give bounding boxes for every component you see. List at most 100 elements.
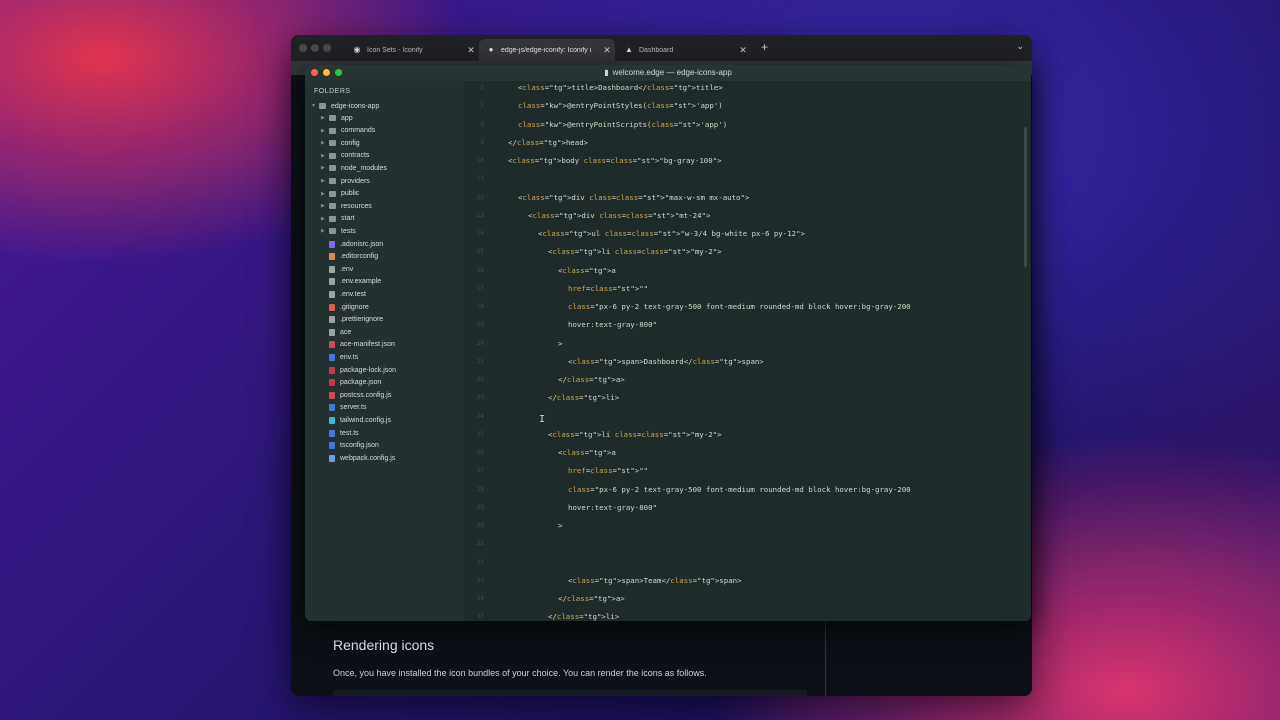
folder-icon bbox=[329, 165, 336, 172]
tab-iconify[interactable]: ◉ Icon Sets - Iconify ✕ bbox=[345, 39, 479, 61]
sidebar-folder[interactable]: ▶ public bbox=[321, 188, 359, 200]
close-icon[interactable]: ✕ bbox=[463, 45, 479, 56]
folder-icon bbox=[329, 215, 336, 222]
code-line[interactable]: hover:text-gray-800" bbox=[568, 503, 657, 512]
code-line[interactable]: class="px-6 py-2 text-gray-500 font-medi… bbox=[568, 302, 911, 311]
folder-icon bbox=[329, 228, 336, 235]
file-icon bbox=[329, 278, 335, 286]
sidebar-file[interactable]: .env.example bbox=[329, 276, 381, 288]
line-number: 10 bbox=[476, 157, 484, 164]
code-line[interactable]: </class="tg">head> bbox=[508, 138, 588, 147]
triangle-right-icon: ▶ bbox=[321, 228, 325, 235]
code-line[interactable]: <class="tg">title>Dashboard</class="tg">… bbox=[518, 83, 723, 92]
file-label: package.json bbox=[340, 379, 382, 387]
code-line[interactable]: <class="tg">body class=class="st">"bg-gr… bbox=[508, 156, 722, 165]
folder-label: commands bbox=[341, 127, 376, 135]
triangle-down-icon: ▼ bbox=[311, 103, 316, 109]
sidebar-folder[interactable]: ▶ start bbox=[321, 213, 355, 225]
triangle-right-icon: ▶ bbox=[321, 152, 325, 159]
code-editor[interactable]: 6 <class="tg">title>Dashboard</class="tg"… bbox=[464, 81, 1031, 621]
browser-zoom-dot[interactable] bbox=[323, 44, 331, 52]
sidebar-file[interactable]: .editorconfig bbox=[329, 251, 378, 263]
folder-icon bbox=[319, 103, 326, 109]
browser-minimize-dot[interactable] bbox=[311, 44, 319, 52]
sidebar-file[interactable]: env.ts bbox=[329, 351, 358, 363]
sidebar-folder[interactable]: ▶ contracts bbox=[321, 150, 369, 162]
code-line[interactable]: </class="tg">a> bbox=[558, 375, 625, 384]
sidebar-file[interactable]: .env.test bbox=[329, 288, 366, 300]
line-number: 9 bbox=[480, 138, 484, 146]
text-cursor-icon: I bbox=[539, 414, 546, 425]
code-line[interactable]: class="px-6 py-2 text-gray-500 font-medi… bbox=[568, 485, 911, 494]
code-line[interactable]: class="kw">@entryPointStyles(class="st">… bbox=[518, 101, 723, 110]
folder-icon bbox=[329, 127, 336, 134]
sidebar-file[interactable]: package.json bbox=[329, 377, 381, 389]
sidebar-folder[interactable]: ▶ node_modules bbox=[321, 162, 387, 174]
folders-header: FOLDERS bbox=[314, 88, 351, 95]
line-number: 33 bbox=[476, 576, 484, 584]
sidebar-file[interactable]: webpack.config.js bbox=[329, 452, 395, 464]
line-number: 15 bbox=[476, 248, 484, 256]
folder-label: node_modules bbox=[341, 164, 387, 172]
line-number: 11 bbox=[476, 175, 484, 183]
sidebar-folder[interactable]: ▶ commands bbox=[321, 125, 375, 137]
folder-label: config bbox=[341, 139, 360, 147]
browser-close-dot[interactable] bbox=[299, 44, 307, 52]
folder-icon bbox=[329, 115, 336, 121]
chevron-down-icon[interactable]: ⌄ bbox=[1016, 41, 1024, 52]
code-line[interactable]: <class="tg">li class=class="st">"my-2"> bbox=[548, 247, 722, 256]
file-label: package-lock.json bbox=[340, 366, 397, 374]
sidebar-folder[interactable]: ▶ config bbox=[321, 137, 360, 149]
code-line[interactable]: class="kw">@entryPointScripts(class="st"… bbox=[518, 120, 727, 129]
root-folder[interactable]: ▼ edge-icons-app bbox=[311, 100, 379, 112]
sidebar-file[interactable]: package-lock.json bbox=[329, 364, 396, 376]
sidebar-file[interactable]: tsconfig.json bbox=[329, 440, 379, 452]
file-label: .env bbox=[340, 265, 354, 273]
code-line[interactable]: </class="tg">li> bbox=[548, 393, 619, 402]
sidebar-file[interactable]: test.ts bbox=[329, 427, 359, 439]
file-icon bbox=[329, 341, 335, 349]
file-label: webpack.config.js bbox=[340, 454, 396, 462]
code-line[interactable]: href=class="st">"" bbox=[568, 284, 648, 293]
sidebar-file[interactable]: .adonisrc.json bbox=[329, 238, 383, 250]
file-icon bbox=[329, 353, 335, 361]
code-line[interactable]: </class="tg">li> bbox=[548, 612, 619, 621]
code-line[interactable]: <class="tg">div class=class="st">"max-w-… bbox=[518, 193, 749, 202]
code-line[interactable]: hover:text-gray-800" bbox=[568, 320, 657, 329]
tab-github[interactable]: ● edge-js/edge-iconify: Iconify i ✕ bbox=[479, 39, 615, 61]
sidebar-folder[interactable]: ▶ app bbox=[321, 112, 353, 124]
file-icon bbox=[329, 316, 335, 324]
new-tab-button[interactable]: + bbox=[761, 40, 768, 54]
sidebar-file[interactable]: server.ts bbox=[329, 402, 366, 414]
sidebar-file[interactable]: ace bbox=[329, 326, 351, 338]
line-number: 29 bbox=[476, 503, 484, 511]
sidebar-folder[interactable]: ▶ resources bbox=[321, 200, 372, 212]
sidebar-file[interactable]: .gitignore bbox=[329, 301, 369, 313]
close-icon[interactable]: ✕ bbox=[599, 45, 615, 56]
tab-dashboard[interactable]: ▲ Dashboard ✕ bbox=[617, 39, 751, 61]
line-number: 6 bbox=[480, 84, 484, 91]
close-icon[interactable]: ✕ bbox=[735, 45, 751, 56]
sidebar-file[interactable]: .env bbox=[329, 263, 353, 275]
sidebar-file[interactable]: postcss.config.js bbox=[329, 389, 391, 401]
code-line[interactable]: <class="tg">a bbox=[558, 266, 616, 275]
sidebar-folder[interactable]: ▶ providers bbox=[321, 175, 370, 187]
sidebar-file[interactable]: ace-manifest.json bbox=[329, 339, 395, 351]
sidebar-file[interactable]: .prettierignore bbox=[329, 314, 383, 326]
code-line[interactable]: > bbox=[558, 339, 562, 348]
scrollbar[interactable] bbox=[1024, 127, 1027, 267]
code-line[interactable]: <class="tg">ul class=class="st">"w-3/4 b… bbox=[538, 229, 805, 238]
code-line[interactable]: <class="tg">span>Dashboard</class="tg">s… bbox=[568, 357, 764, 366]
line-number: 24 bbox=[476, 412, 484, 420]
code-line[interactable]: <class="tg">div class=class="st">"mt-24"… bbox=[528, 211, 710, 220]
code-line[interactable]: <class="tg">li class=class="st">"my-2"> bbox=[548, 430, 722, 439]
line-number: 30 bbox=[476, 522, 484, 529]
code-line[interactable]: > bbox=[558, 521, 562, 530]
sidebar-file[interactable]: tailwind.config.js bbox=[329, 414, 391, 426]
code-line[interactable]: <class="tg">a bbox=[558, 448, 616, 457]
code-line[interactable]: <class="tg">span>Team</class="tg">span> bbox=[568, 576, 742, 585]
code-line[interactable]: </class="tg">a> bbox=[558, 594, 625, 603]
sidebar-folder[interactable]: ▶ tests bbox=[321, 225, 356, 237]
line-number: 14 bbox=[476, 230, 484, 237]
code-line[interactable]: href=class="st">"" bbox=[568, 466, 648, 475]
